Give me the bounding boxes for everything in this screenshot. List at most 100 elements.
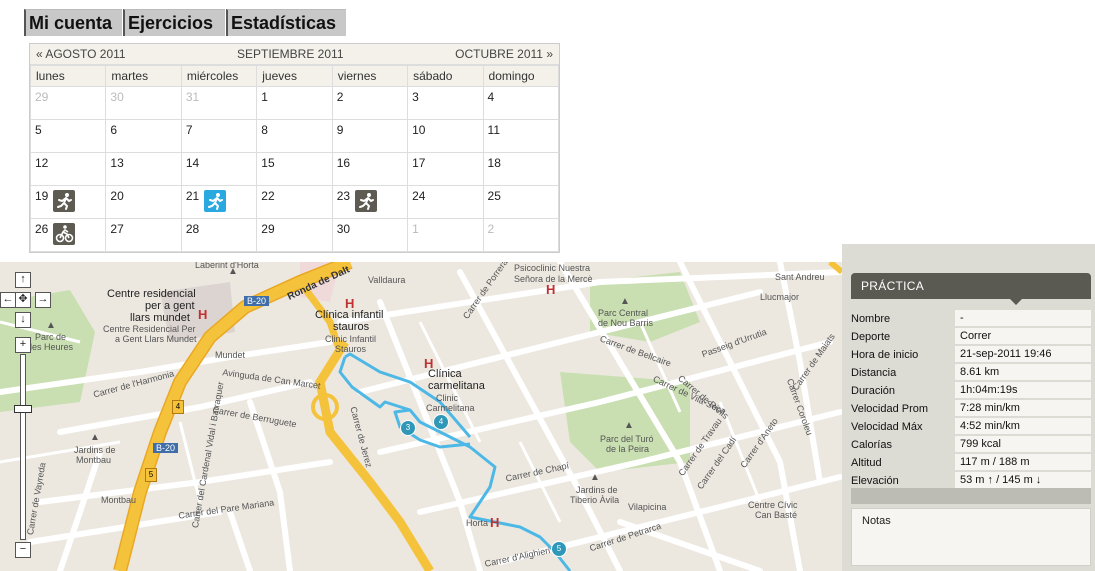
day-number: 13 xyxy=(110,156,124,170)
calendar-day[interactable]: 16 xyxy=(331,152,409,186)
calendar-day[interactable]: 7 xyxy=(180,119,258,153)
calendar-day[interactable]: 11 xyxy=(482,119,560,153)
pan-center-button[interactable]: ✥ xyxy=(15,292,31,308)
calendar-day[interactable]: 26 xyxy=(29,218,107,252)
calendar-day[interactable]: 18 xyxy=(482,152,560,186)
pan-left-button[interactable]: ← xyxy=(0,292,16,308)
detail-value: Correr xyxy=(955,328,1091,346)
calendar-day[interactable]: 24 xyxy=(407,185,484,219)
zoom-in-button[interactable]: + xyxy=(15,337,31,353)
zoom-slider-handle[interactable] xyxy=(14,405,32,413)
calendar-day[interactable]: 12 xyxy=(29,152,107,186)
tab-mi-cuenta[interactable]: Mi cuenta xyxy=(24,9,122,36)
calendar-day[interactable]: 2 xyxy=(482,218,560,252)
tab-estadisticas[interactable]: Estadísticas xyxy=(226,9,346,36)
running-icon[interactable] xyxy=(53,190,75,212)
calendar-day[interactable]: 13 xyxy=(105,152,182,186)
map-label: Can Basté xyxy=(755,510,798,520)
calendar-day[interactable]: 9 xyxy=(331,119,409,153)
day-number: 30 xyxy=(336,222,351,236)
calendar-day[interactable]: 27 xyxy=(105,218,182,252)
calendar-day[interactable]: 14 xyxy=(180,152,258,186)
panel-title: PRÁCTICA xyxy=(851,273,1091,299)
road-shield: B-20 xyxy=(153,443,179,453)
zoom-slider-track[interactable] xyxy=(20,354,26,540)
calendar-day[interactable]: 29 xyxy=(29,86,107,120)
calendar-day[interactable]: 5 xyxy=(29,119,107,153)
calendar-day[interactable]: 30 xyxy=(331,218,409,252)
route-marker[interactable]: 5 xyxy=(551,541,567,557)
tab-ejercicios[interactable]: Ejercicios xyxy=(123,9,225,36)
cycling-icon[interactable] xyxy=(53,223,75,245)
day-number: 18 xyxy=(487,156,501,170)
map-label: Montbau xyxy=(76,455,112,465)
calendar-day[interactable]: 3 xyxy=(407,86,484,120)
day-number: 11 xyxy=(487,123,500,137)
day-number: 8 xyxy=(261,123,268,137)
calendar-day[interactable]: 22 xyxy=(256,185,333,219)
day-number: 6 xyxy=(110,123,118,137)
day-number: 7 xyxy=(185,123,193,137)
calendar-day[interactable]: 15 xyxy=(256,152,333,186)
detail-value: 21-sep-2011 19:46 xyxy=(955,346,1091,364)
map-label: Parc Central xyxy=(598,308,649,318)
notes-label: Notas xyxy=(862,515,891,527)
running-icon[interactable] xyxy=(354,190,377,212)
running-icon[interactable] xyxy=(203,190,226,212)
pan-right-button[interactable]: → xyxy=(35,292,51,308)
calendar-day[interactable]: 23 xyxy=(331,185,409,219)
calendar-day[interactable]: 20 xyxy=(105,185,182,219)
calendar-day[interactable]: 8 xyxy=(256,119,333,153)
zoom-out-button[interactable]: − xyxy=(15,542,31,558)
map-label: Psicoclinic Nuestra xyxy=(514,263,591,273)
weekday: martes xyxy=(105,65,182,87)
detail-value: 7:28 min/km xyxy=(955,400,1091,418)
weekday: sábado xyxy=(407,65,484,87)
calendar-day[interactable]: 1 xyxy=(256,86,333,120)
calendar-week: 29 30 31 1 2 3 4 xyxy=(29,86,560,120)
day-number: 30 xyxy=(110,90,124,104)
park-icon: ▲ xyxy=(590,472,600,483)
calendar-day[interactable]: 30 xyxy=(105,86,182,120)
calendar-day[interactable]: 19 xyxy=(29,185,107,219)
calendar-day[interactable]: 29 xyxy=(256,218,333,252)
map-label: Sant Andreu xyxy=(775,272,825,282)
map-label: Mundet xyxy=(215,350,246,360)
detail-row: Deporte Correr xyxy=(851,328,1091,346)
calendar-day[interactable]: 21 xyxy=(180,185,258,219)
day-number: 5 xyxy=(35,123,42,137)
calendar-nav: « AGOSTO 2011 SEPTIEMBRE 2011 OCTUBRE 20… xyxy=(30,44,559,65)
calendar-day[interactable]: 2 xyxy=(331,86,409,120)
detail-label: Velocidad Máx xyxy=(851,421,923,433)
calendar-day[interactable]: 4 xyxy=(482,86,560,120)
calendar-day[interactable]: 6 xyxy=(105,119,182,153)
map-label: Clínica infantil xyxy=(315,309,384,321)
park-icon: ▲ xyxy=(228,266,238,277)
route-marker[interactable]: 3 xyxy=(400,420,416,436)
calendar-day[interactable]: 31 xyxy=(180,86,258,120)
calendar-day[interactable]: 25 xyxy=(482,185,560,219)
map-label: Clinic Infantil xyxy=(325,334,377,344)
pan-down-button[interactable]: ↓ xyxy=(15,312,31,328)
calendar-day[interactable]: 17 xyxy=(407,152,484,186)
day-number: 14 xyxy=(185,156,200,170)
calendar-day[interactable]: 10 xyxy=(407,119,484,153)
calendar-day[interactable]: 1 xyxy=(407,218,484,252)
weekday: miércoles xyxy=(180,65,258,87)
pan-up-button[interactable]: ↑ xyxy=(15,272,31,288)
panel-separator xyxy=(851,488,1091,504)
notes-box[interactable]: Notas xyxy=(851,508,1091,566)
park-icon: ▲ xyxy=(620,296,630,307)
map-label: Clínica xyxy=(428,368,462,380)
day-number: 2 xyxy=(336,90,344,104)
prev-month-link[interactable]: « AGOSTO 2011 xyxy=(36,47,126,61)
route-map[interactable]: 3 4 5 4 5 H H H H H Laberint d'Horta Ron… xyxy=(0,262,842,571)
calendar-day[interactable]: 28 xyxy=(180,218,258,252)
calendar-week: 19 20 21 22 23 24 25 xyxy=(29,185,560,219)
route-marker[interactable]: 4 xyxy=(433,414,449,430)
day-number: 19 xyxy=(35,189,49,203)
map-label: Centre Residencial Per xyxy=(103,324,196,334)
next-month-link[interactable]: OCTUBRE 2011 » xyxy=(455,47,553,61)
weekday: viernes xyxy=(331,65,409,87)
map-label: Laberint d'Horta xyxy=(195,262,259,270)
